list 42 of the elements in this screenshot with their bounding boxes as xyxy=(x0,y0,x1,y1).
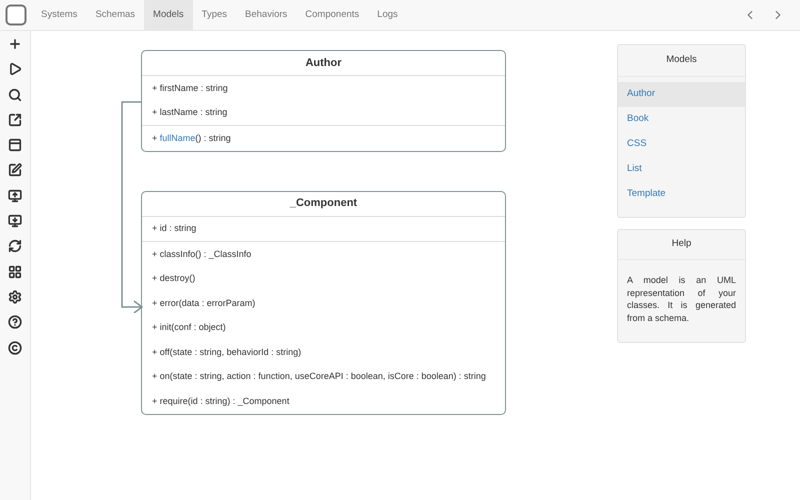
class-member: + lastName : string xyxy=(151,106,228,119)
nav-tab[interactable]: Behaviors xyxy=(236,0,296,30)
class-member: + init(conf : object) xyxy=(151,321,227,334)
class-name: _Component xyxy=(142,192,505,216)
model-link[interactable]: Template xyxy=(618,182,745,207)
help-text: A model is an UML representation of your classes. It is generated from a schema. xyxy=(626,274,737,324)
refresh-icon[interactable] xyxy=(8,239,22,254)
class-member: + on(state : string, action : function, useCoreAPI : boolean, isCore : boolean) : string xyxy=(151,370,487,383)
class-name: Author xyxy=(142,51,505,76)
class-member: + fullName() : string xyxy=(151,132,232,145)
model-link[interactable]: Book xyxy=(618,107,745,132)
class-member: + require(id : string) : _Component xyxy=(151,394,290,408)
play-icon[interactable] xyxy=(8,62,22,76)
logo-icon[interactable] xyxy=(4,4,26,26)
nav-tab[interactable]: Types xyxy=(192,0,236,30)
settings-icon[interactable] xyxy=(8,290,22,304)
nav-tab[interactable]: Models xyxy=(144,0,193,30)
plus-icon[interactable] xyxy=(8,37,22,51)
class-member: + firstName : string xyxy=(151,82,229,95)
nav-tab[interactable]: Logs xyxy=(368,0,407,30)
class-member: + destroy() xyxy=(151,272,196,285)
class-member: + id : string xyxy=(151,222,198,235)
nav-tab[interactable]: Schemas xyxy=(86,0,144,30)
class-member: + classInfo() : _ClassInfo xyxy=(151,248,252,261)
model-link[interactable]: List xyxy=(618,157,745,182)
class-member: + error(data : errorParam) xyxy=(151,296,256,310)
model-link[interactable]: Author xyxy=(618,82,745,107)
nav-tab[interactable]: Systems xyxy=(32,0,86,30)
grid-icon[interactable] xyxy=(8,264,22,279)
edit-icon[interactable] xyxy=(8,163,22,178)
nav-tab[interactable]: Components xyxy=(296,0,368,30)
upload-icon[interactable] xyxy=(8,188,22,203)
model-link[interactable]: CSS xyxy=(618,132,745,157)
panel-title: Help xyxy=(618,230,745,260)
class-member: + off(state : string, behaviorId : string) xyxy=(151,346,302,359)
search-icon[interactable] xyxy=(8,88,22,102)
external-link-icon[interactable] xyxy=(8,112,22,127)
window-icon[interactable] xyxy=(8,138,22,152)
copyright-icon[interactable] xyxy=(8,340,22,355)
download-icon[interactable] xyxy=(8,214,22,228)
help-icon[interactable] xyxy=(8,315,22,330)
panel-title: Models xyxy=(618,45,745,77)
